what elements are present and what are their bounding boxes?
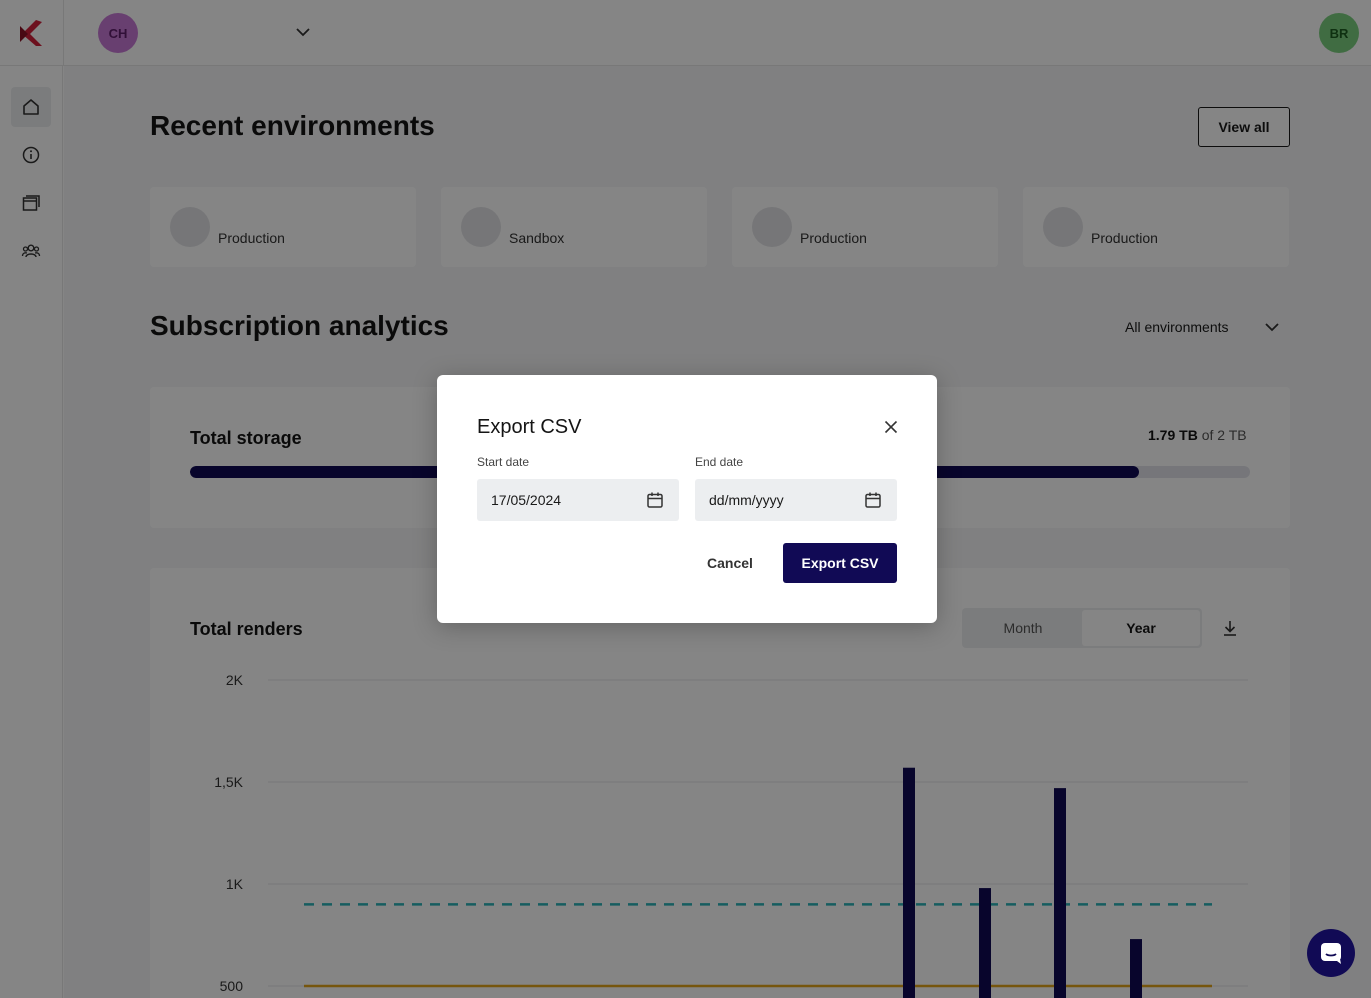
end-date-placeholder: dd/mm/yyyy (709, 492, 784, 508)
chat-launcher-button[interactable] (1307, 929, 1355, 977)
start-date-value: 17/05/2024 (491, 492, 562, 508)
chat-icon (1321, 943, 1341, 964)
end-date-label: End date (695, 455, 744, 469)
start-date-input[interactable]: 17/05/2024 (477, 479, 679, 521)
calendar-icon[interactable] (863, 490, 883, 510)
export-csv-dialog: Export CSV Start date 17/05/2024 End dat… (437, 375, 937, 623)
start-date-label: Start date (477, 455, 530, 469)
cancel-button[interactable]: Cancel (690, 543, 770, 583)
calendar-icon[interactable] (645, 490, 665, 510)
close-icon[interactable] (881, 417, 901, 437)
export-csv-button[interactable]: Export CSV (783, 543, 897, 583)
dialog-title: Export CSV (477, 416, 582, 438)
end-date-input[interactable]: dd/mm/yyyy (695, 479, 897, 521)
